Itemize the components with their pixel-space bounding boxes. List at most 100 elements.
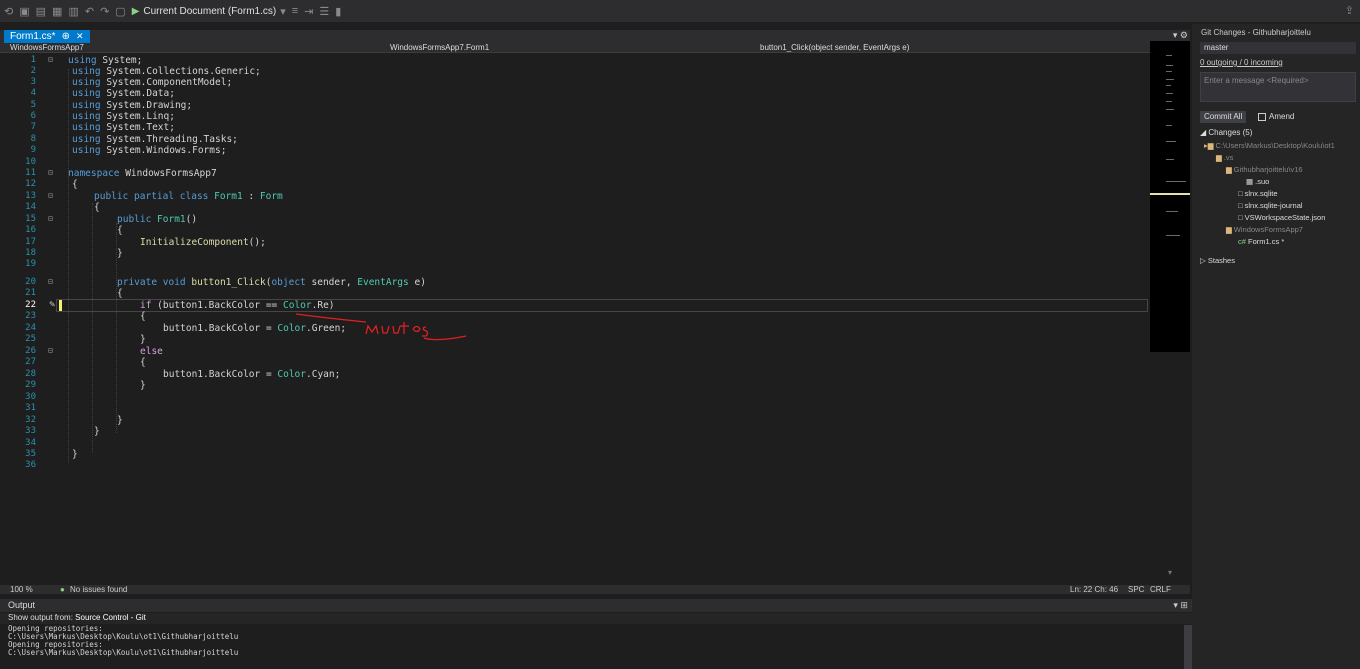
indent-guide <box>92 203 93 453</box>
line-number: 20 <box>25 277 36 287</box>
tab-form1-cs[interactable]: Form1.cs* ⊕ ✕ <box>4 30 90 43</box>
fold-toggle-icon[interactable]: ⊟ <box>48 346 53 355</box>
nav-member-dropdown[interactable]: button1_Click(object sender, EventArgs e… <box>760 43 909 52</box>
code-line: using System.ComponentModel; <box>72 77 233 88</box>
tree-item-file[interactable]: □ VSWorkspaceState.json <box>1238 213 1325 222</box>
tree-label: slnx.sqlite <box>1244 189 1278 198</box>
tree-label: Form1.cs * <box>1248 237 1285 246</box>
redo-icon[interactable]: ↷ <box>100 5 109 18</box>
fold-toggle-icon[interactable]: ⊟ <box>48 55 53 64</box>
code-line: button1.BackColor = Color.Cyan; <box>163 369 341 380</box>
code-line: if (button1.BackColor == Color.Re) <box>140 300 335 311</box>
fold-toggle-icon[interactable]: ⊟ <box>48 168 53 177</box>
pencil-icon: ✎ <box>49 300 56 309</box>
whitespace-mode[interactable]: SPC <box>1128 585 1144 594</box>
close-icon[interactable]: ✕ <box>76 31 84 42</box>
live-share-icon[interactable]: ⇪ <box>1345 4 1354 17</box>
commit-message-input[interactable]: Enter a message <Required> <box>1200 72 1356 102</box>
undo-icon[interactable]: ↶ <box>85 5 94 18</box>
tab-options-icon[interactable]: ▾ ⚙ <box>1173 30 1188 41</box>
line-number: 35 <box>25 449 36 459</box>
run-label: Current Document (Form1.cs) <box>143 5 277 17</box>
line-ending[interactable]: CRLF <box>1150 585 1171 594</box>
save-icon[interactable]: ▦ <box>52 5 62 18</box>
nav-class-dropdown[interactable]: WindowsFormsApp7.Form1 <box>390 43 489 52</box>
zoom-level[interactable]: 100 % <box>10 585 33 594</box>
folder-icon: ▆ <box>1226 165 1232 174</box>
code-line: public partial class Form1 : Form <box>94 191 283 202</box>
change-marker <box>59 300 62 311</box>
output-title: Output <box>8 600 36 610</box>
chevron-down-icon: ▾ <box>280 5 286 18</box>
checkbox-icon <box>1258 112 1266 121</box>
line-number: 22 <box>25 300 36 310</box>
line-number: 17 <box>25 237 36 247</box>
nav-project-dropdown[interactable]: WindowsFormsApp7 <box>10 43 84 52</box>
line-number: 28 <box>25 369 36 379</box>
line-number: 11 <box>25 168 36 178</box>
tree-item-folder2[interactable]: ▆ WindowsFormsApp7 <box>1226 225 1303 234</box>
tree-item-form[interactable]: c# Form1.cs * <box>1238 237 1284 246</box>
amend-checkbox[interactable]: Amend <box>1258 112 1294 121</box>
tree-item-file[interactable]: □ slnx.sqlite-journal <box>1238 201 1303 210</box>
code-line: { <box>140 357 146 368</box>
line-number: 18 <box>25 248 36 258</box>
tree-item-folder1[interactable]: ▆ Githubharjoittelu\v16 <box>1226 165 1303 174</box>
line-number: 30 <box>25 392 36 402</box>
open-icon[interactable]: ▤ <box>36 5 46 18</box>
tree-item-file[interactable]: □ slnx.sqlite <box>1238 189 1278 198</box>
code-line: using System.Text; <box>72 122 175 133</box>
minimap-scrollbar[interactable] <box>1150 41 1190 352</box>
line-number: 10 <box>25 157 36 167</box>
tree-item-vs[interactable]: ▆ .vs <box>1216 153 1233 162</box>
new-project-icon[interactable]: ▣ <box>19 5 29 18</box>
tree-item-root[interactable]: ▸▆ C:\Users\Markus\Desktop\Koulu\ot1 <box>1204 141 1335 150</box>
amend-label: Amend <box>1269 112 1295 121</box>
code-line: using System.Drawing; <box>72 100 193 111</box>
changes-header[interactable]: ◢ Changes (5) <box>1200 128 1252 137</box>
save-all-icon[interactable]: ▥ <box>68 5 78 18</box>
sync-status-link[interactable]: 0 outgoing / 0 incoming <box>1200 58 1283 67</box>
tab-label: Form1.cs* <box>10 31 56 42</box>
code-line: using System.Linq; <box>72 111 175 122</box>
format-icon[interactable]: ≡ <box>292 5 298 17</box>
cursor-position[interactable]: Ln: 22 Ch: 46 <box>1070 585 1118 594</box>
handwritten-annotation <box>296 313 467 341</box>
code-line: using System.Windows.Forms; <box>72 145 227 156</box>
pin-icon[interactable]: ⊕ <box>62 31 70 42</box>
line-number: 15 <box>25 214 36 224</box>
branch-selector[interactable]: master <box>1200 42 1356 54</box>
code-line: namespace WindowsFormsApp7 <box>68 168 217 179</box>
code-line: using System.Threading.Tasks; <box>72 134 238 145</box>
line-number: 4 <box>30 88 36 98</box>
issues-status[interactable]: No issues found <box>70 585 127 594</box>
commit-all-button[interactable]: Commit All <box>1200 111 1247 123</box>
line-number: 8 <box>30 134 36 144</box>
comment-icon[interactable]: ☰ <box>319 5 329 18</box>
fold-toggle-icon[interactable]: ⊟ <box>48 214 53 223</box>
bookmark-icon[interactable]: ▮ <box>335 5 341 18</box>
line-number: 27 <box>25 357 36 367</box>
editor-statusbar: 100 % ● No issues found Ln: 22 Ch: 46 SP… <box>0 585 1190 594</box>
stashes-header[interactable]: ▷ Stashes <box>1200 256 1235 265</box>
line-number: 33 <box>25 426 36 436</box>
run-button[interactable]: ▶ Current Document (Form1.cs) ▾ <box>132 5 286 18</box>
fold-toggle-icon[interactable]: ⊟ <box>48 277 53 286</box>
code-line: } <box>117 248 123 259</box>
solution-config-icon[interactable]: ▢ <box>115 5 125 18</box>
output-scrollbar[interactable] <box>1184 625 1192 669</box>
code-line: using System; <box>68 55 143 66</box>
code-editor[interactable]: using System; using System.Collections.G… <box>68 55 1148 487</box>
output-source-bar: Show output from: Source Control - Git <box>0 613 1200 624</box>
indent-icon[interactable]: ⇥ <box>304 5 313 18</box>
fold-toggle-icon[interactable]: ⊟ <box>48 191 53 200</box>
scroll-down-icon[interactable]: ▾ <box>1168 568 1172 577</box>
code-line: { <box>117 288 123 299</box>
back-icon[interactable]: ⟲ <box>4 5 13 18</box>
code-line: private void button1_Click(object sender… <box>117 277 426 288</box>
line-number: 6 <box>30 111 36 121</box>
file-icon: ▦ <box>1246 177 1256 186</box>
changes-count: Changes (5) <box>1208 128 1253 137</box>
tree-item-suo[interactable]: ▦ .suo <box>1246 177 1269 186</box>
output-source-select[interactable]: Source Control - Git <box>75 613 146 622</box>
